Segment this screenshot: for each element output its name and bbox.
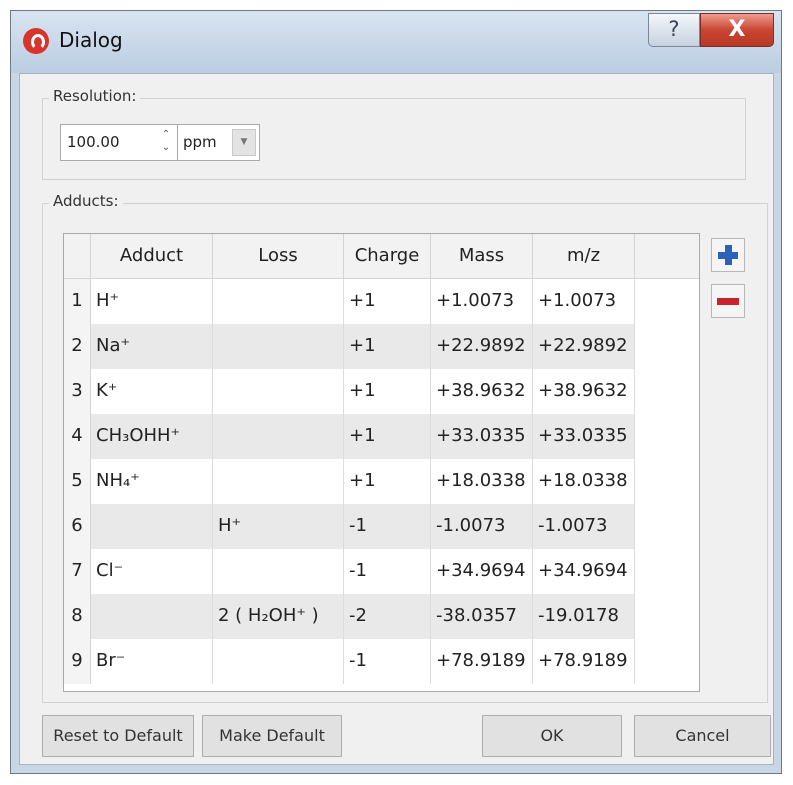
minus-icon [717,298,739,305]
column-header-adduct[interactable]: Adduct [91,234,213,278]
cell-mass[interactable]: +38.9632 [431,369,533,414]
cell-mz[interactable]: +38.9632 [533,369,635,414]
app-logo-icon [23,28,49,54]
title-bar[interactable]: Dialog ? X [11,11,781,73]
resolution-legend: Resolution: [49,87,141,105]
make-default-button[interactable]: Make Default [202,715,342,757]
cell-mz[interactable]: -19.0178 [533,594,635,639]
cell-adduct[interactable] [91,504,213,549]
spin-up-icon[interactable]: ⌃ [159,128,173,141]
cell-loss[interactable]: 2 ( H₂OH⁺ ) [213,594,344,639]
spin-down-icon[interactable]: ⌄ [159,141,173,154]
unit-select[interactable]: ppm ▼ [177,124,260,161]
adducts-table[interactable]: Adduct Loss Charge Mass m/z 1 H⁺ +1 +1.0073… [63,233,700,692]
cell-adduct[interactable]: Na⁺ [91,324,213,369]
column-header-loss[interactable]: Loss [213,234,344,278]
cell-charge[interactable]: -1 [344,639,431,684]
cell-loss[interactable] [213,324,344,369]
table-row[interactable]: 4 CH₃OHH⁺ +1 +33.0335 +33.0335 [64,414,699,459]
cell-mz[interactable]: +18.0338 [533,459,635,504]
add-adduct-button[interactable] [711,238,745,272]
cell-mass[interactable]: +18.0338 [431,459,533,504]
table-row[interactable]: 2 Na⁺ +1 +22.9892 +22.9892 [64,324,699,369]
cell-adduct[interactable]: CH₃OHH⁺ [91,414,213,459]
window-title: Dialog [59,28,123,52]
table-row[interactable]: 9 Br⁻ -1 +78.9189 +78.9189 [64,639,699,684]
column-header-mass[interactable]: Mass [431,234,533,278]
cell-adduct[interactable]: H⁺ [91,279,213,324]
cell-loss[interactable] [213,549,344,594]
column-header-charge[interactable]: Charge [344,234,431,278]
row-number[interactable]: 1 [64,279,91,324]
cell-charge[interactable]: -1 [344,504,431,549]
cell-mz[interactable]: +1.0073 [533,279,635,324]
cell-charge[interactable]: +1 [344,459,431,504]
remove-adduct-button[interactable] [711,284,745,318]
row-number[interactable]: 2 [64,324,91,369]
close-button[interactable]: X [700,13,774,47]
cell-mass[interactable]: +33.0335 [431,414,533,459]
corner-header [64,234,91,278]
table-header: Adduct Loss Charge Mass m/z [64,234,699,279]
ok-button[interactable]: OK [482,715,622,757]
table-row[interactable]: 6 H⁺ -1 -1.0073 -1.0073 [64,504,699,549]
plus-icon-vertical [725,245,732,265]
row-number[interactable]: 3 [64,369,91,414]
cell-adduct[interactable]: NH₄⁺ [91,459,213,504]
cell-charge[interactable]: -2 [344,594,431,639]
help-button[interactable]: ? [648,13,700,47]
cell-adduct[interactable]: Br⁻ [91,639,213,684]
resolution-value: 100.00 [67,133,120,151]
dialog-window: Dialog ? X Resolution: 100.00 ⌃ ⌄ ppm ▼ … [10,10,782,774]
cell-loss[interactable] [213,459,344,504]
cell-adduct[interactable]: K⁺ [91,369,213,414]
cell-mz[interactable]: +33.0335 [533,414,635,459]
table-row[interactable]: 8 2 ( H₂OH⁺ ) -2 -38.0357 -19.0178 [64,594,699,639]
table-row[interactable]: 7 Cl⁻ -1 +34.9694 +34.9694 [64,549,699,594]
cell-mass[interactable]: +1.0073 [431,279,533,324]
cell-mass[interactable]: -38.0357 [431,594,533,639]
row-number[interactable]: 7 [64,549,91,594]
cell-loss[interactable]: H⁺ [213,504,344,549]
cell-mz[interactable]: +34.9694 [533,549,635,594]
row-number[interactable]: 8 [64,594,91,639]
row-number[interactable]: 4 [64,414,91,459]
unit-value: ppm [183,133,217,151]
cell-charge[interactable]: +1 [344,369,431,414]
dialog-body: Resolution: 100.00 ⌃ ⌄ ppm ▼ Adducts: Ad… [19,73,774,765]
adducts-legend: Adducts: [49,192,123,210]
cell-mz[interactable]: +78.9189 [533,639,635,684]
cell-charge[interactable]: -1 [344,549,431,594]
resolution-spinbox[interactable]: 100.00 ⌃ ⌄ [60,124,180,161]
cell-mass[interactable]: +34.9694 [431,549,533,594]
dropdown-arrow-icon[interactable]: ▼ [232,129,256,156]
cell-mass[interactable]: +78.9189 [431,639,533,684]
row-number[interactable]: 6 [64,504,91,549]
cell-charge[interactable]: +1 [344,324,431,369]
cell-adduct[interactable]: Cl⁻ [91,549,213,594]
cell-mz[interactable]: +22.9892 [533,324,635,369]
cell-loss[interactable] [213,639,344,684]
cell-charge[interactable]: +1 [344,279,431,324]
cell-loss[interactable] [213,414,344,459]
cancel-button[interactable]: Cancel [634,715,771,757]
table-row[interactable]: 1 H⁺ +1 +1.0073 +1.0073 [64,279,699,324]
table-row[interactable]: 5 NH₄⁺ +1 +18.0338 +18.0338 [64,459,699,504]
cell-adduct[interactable] [91,594,213,639]
cell-charge[interactable]: +1 [344,414,431,459]
spin-arrows[interactable]: ⌃ ⌄ [159,128,173,157]
table-row[interactable]: 3 K⁺ +1 +38.9632 +38.9632 [64,369,699,414]
cell-mz[interactable]: -1.0073 [533,504,635,549]
row-number[interactable]: 5 [64,459,91,504]
cell-loss[interactable] [213,369,344,414]
cell-mass[interactable]: +22.9892 [431,324,533,369]
reset-to-default-button[interactable]: Reset to Default [42,715,194,757]
cell-mass[interactable]: -1.0073 [431,504,533,549]
column-header-mz[interactable]: m/z [533,234,635,278]
row-number[interactable]: 9 [64,639,91,684]
adducts-group: Adducts: Adduct Loss Charge Mass m/z 1 H⁺… [42,192,768,703]
cell-loss[interactable] [213,279,344,324]
